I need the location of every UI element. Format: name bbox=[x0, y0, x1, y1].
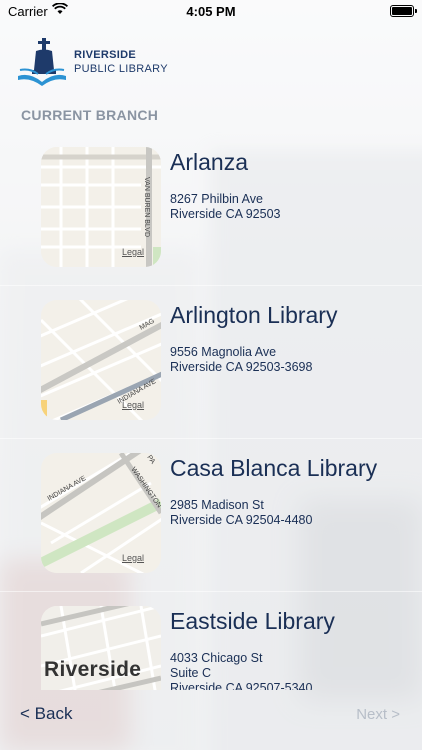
status-bar: Carrier 4:05 PM bbox=[0, 0, 422, 22]
address-line: 4033 Chicago St bbox=[170, 651, 263, 665]
bottom-navigation: < Back Next > bbox=[0, 690, 422, 750]
branch-map-thumbnail: INDIANA AVE WASHINGTON PA Legal bbox=[41, 453, 161, 573]
branch-name: Eastside Library bbox=[170, 608, 335, 634]
map-legal-link[interactable]: Legal bbox=[122, 400, 144, 410]
branch-address: 9556 Magnolia Ave Riverside CA 92503-369… bbox=[170, 345, 312, 375]
branch-name: Casa Blanca Library bbox=[170, 455, 378, 481]
logo-line1: RIVERSIDE bbox=[74, 49, 136, 61]
address-line: Riverside CA 92504-4480 bbox=[170, 513, 313, 527]
library-logo: RIVERSIDE PUBLIC LIBRARY bbox=[16, 36, 168, 88]
address-line: 2985 Madison St bbox=[170, 498, 264, 512]
branch-address: 4033 Chicago St Suite C Riverside CA 925… bbox=[170, 651, 312, 690]
battery-icon bbox=[390, 5, 417, 17]
branch-map-thumbnail: VAN BUREN BLVD Legal bbox=[41, 147, 161, 267]
branch-name: Arlington Library bbox=[170, 302, 338, 328]
branch-row-arlanza[interactable]: VAN BUREN BLVD Legal Arlanza 8267 Philbi… bbox=[0, 132, 422, 286]
back-button[interactable]: < Back bbox=[20, 704, 72, 724]
branch-map-thumbnail: MAG INDIANA AVE Legal bbox=[41, 300, 161, 420]
address-line: 9556 Magnolia Ave bbox=[170, 345, 277, 359]
branch-row-eastside[interactable]: Riverside Eastside Library 4033 Chicago … bbox=[0, 591, 422, 690]
branch-row-casa-blanca[interactable]: INDIANA AVE WASHINGTON PA Legal Casa Bla… bbox=[0, 438, 422, 592]
address-line: Riverside CA 92503-3698 bbox=[170, 360, 313, 374]
logo-line2: PUBLIC LIBRARY bbox=[74, 63, 168, 75]
branch-address: 8267 Philbin Ave Riverside CA 92503 bbox=[170, 192, 280, 222]
branch-row-arlington[interactable]: MAG INDIANA AVE Legal Arlington Library … bbox=[0, 285, 422, 439]
address-line: Riverside CA 92507-5340 bbox=[170, 681, 313, 690]
map-city-label: Riverside bbox=[44, 658, 142, 681]
bell-book-icon bbox=[18, 38, 66, 86]
map-legal-link[interactable]: Legal bbox=[122, 553, 144, 563]
branch-list[interactable]: VAN BUREN BLVD Legal Arlanza 8267 Philbi… bbox=[0, 132, 422, 690]
address-line: 8267 Philbin Ave bbox=[170, 192, 263, 206]
next-button[interactable]: Next > bbox=[356, 706, 400, 723]
branch-address: 2985 Madison St Riverside CA 92504-4480 bbox=[170, 498, 312, 528]
branch-map-thumbnail: Riverside bbox=[41, 606, 161, 690]
map-street-label: VAN BUREN BLVD bbox=[143, 177, 150, 237]
address-line: Riverside CA 92503 bbox=[170, 207, 281, 221]
address-line: Suite C bbox=[170, 666, 211, 680]
clock: 4:05 PM bbox=[186, 4, 236, 19]
section-title: CURRENT BRANCH bbox=[21, 107, 159, 123]
branch-name: Arlanza bbox=[170, 149, 248, 175]
map-legal-link[interactable]: Legal bbox=[122, 247, 144, 257]
